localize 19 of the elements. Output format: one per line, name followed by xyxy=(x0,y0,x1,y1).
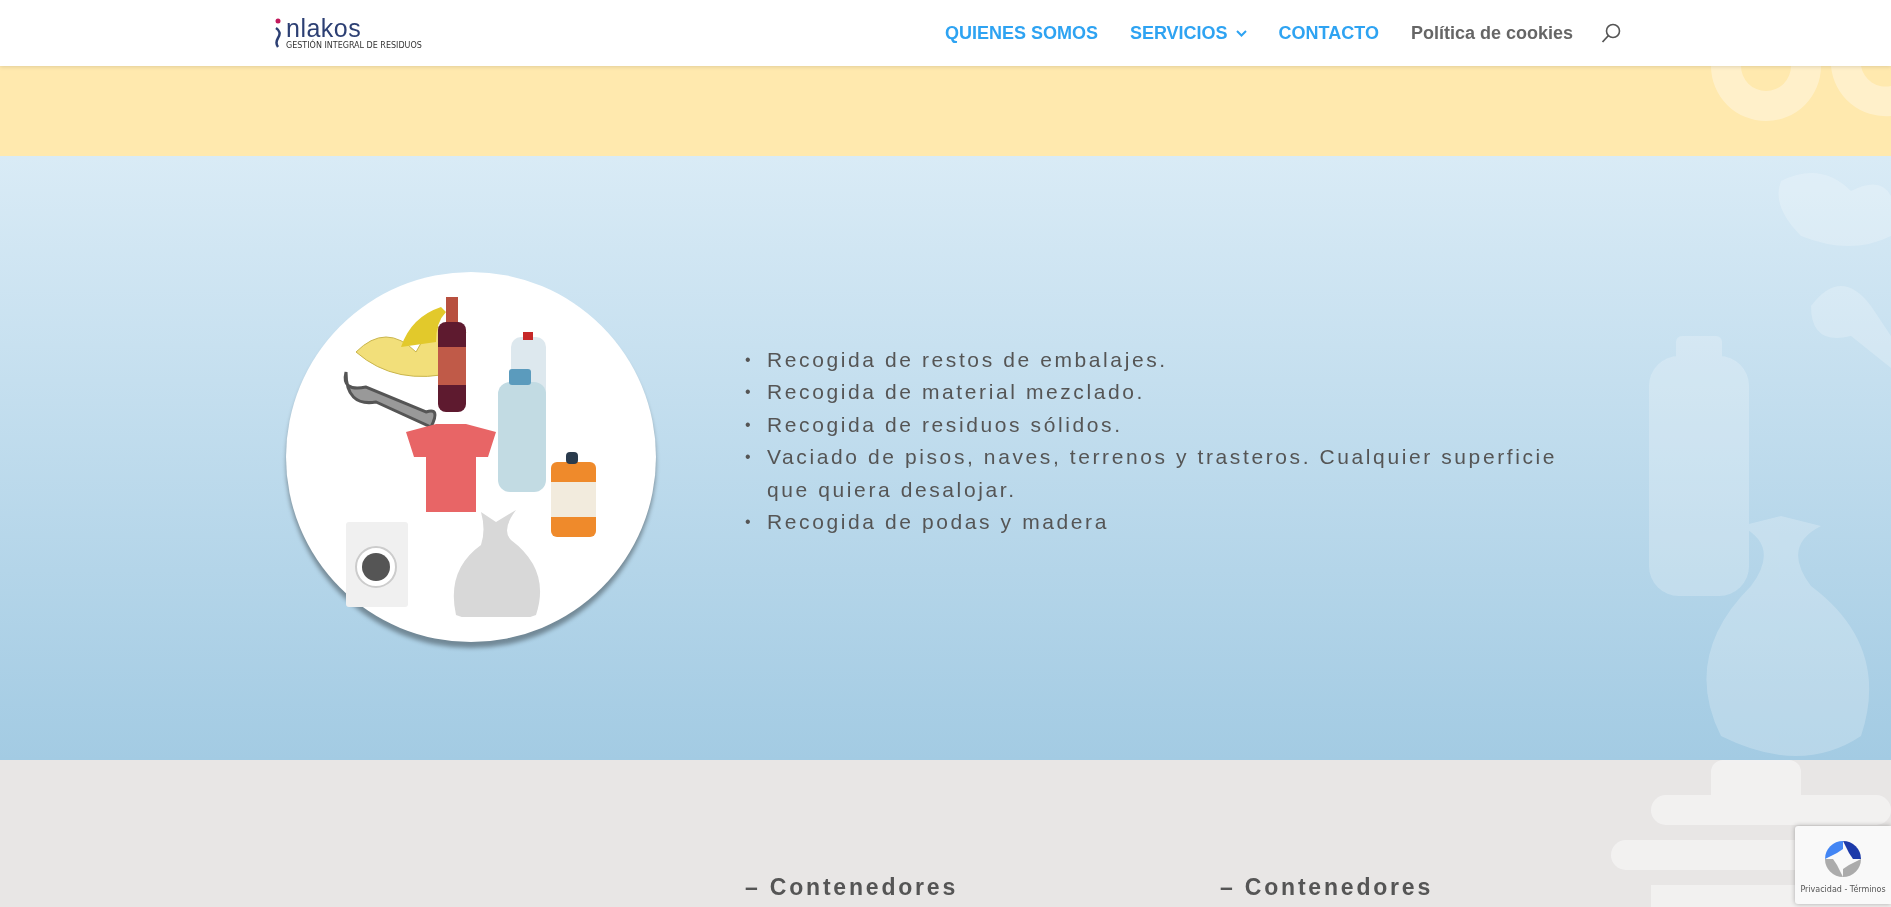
logo-tagline: GESTIÓN INTEGRAL DE RESIDUOS xyxy=(286,41,422,50)
recaptcha-links[interactable]: Privacidad - Términos xyxy=(1800,884,1886,894)
nav-link[interactable]: Política de cookies xyxy=(1410,22,1573,44)
search-icon[interactable] xyxy=(1601,22,1621,44)
bullet: • xyxy=(745,414,752,435)
logo-icon xyxy=(274,18,284,48)
bullet: • xyxy=(745,349,752,370)
bullet: • xyxy=(745,447,752,467)
service-item: Recogida de material mezclado. xyxy=(767,379,1146,405)
section-heading: – Contenedores xyxy=(1220,874,1434,901)
ring-decoration-icon xyxy=(1711,66,1891,122)
service-item: Recogida de podas y madera xyxy=(767,509,1110,535)
logo-name[interactable]: nlakos xyxy=(286,16,422,40)
section-heading: – Contenedores xyxy=(745,874,958,901)
service-item: Recogida de restos de embalajes. xyxy=(767,346,1169,373)
service-item: Vaciado de pisos, naves, terrenos y trasteros. Cualquier superficie que quiera desalojar. xyxy=(767,444,1559,503)
service-item: Recogida de residuos sólidos. xyxy=(767,411,1124,438)
bullet: • xyxy=(745,382,752,402)
bullet: • xyxy=(745,512,752,532)
